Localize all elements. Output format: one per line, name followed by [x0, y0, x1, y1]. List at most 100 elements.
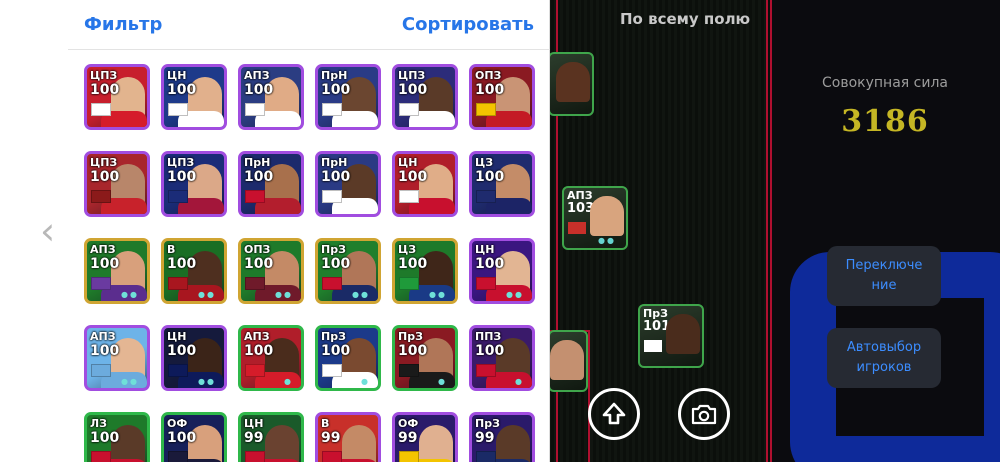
player-portrait	[666, 314, 700, 354]
player-position: ЦПЗ	[90, 156, 118, 169]
player-grid: ЦПЗ 100 ЦН 100 АПЗ 100 ПрН 100 ЦПЗ 100 ОПЗ 100 ЦПЗ 10…	[68, 50, 550, 462]
player-rating: 100	[244, 343, 274, 359]
skill-dots: ●	[515, 377, 524, 386]
skill-dots: ●●	[198, 290, 216, 299]
skill-dots: ●●	[121, 377, 139, 386]
field-player-card[interactable]	[548, 52, 594, 116]
player-rating: 100	[90, 343, 120, 359]
player-card[interactable]: ЦН 100 ●●	[469, 238, 535, 304]
player-rating: 99	[321, 430, 341, 446]
field-player-card[interactable]: ПрЗ 101	[638, 304, 704, 368]
sheet-header: Фильтр Сортировать	[68, 0, 550, 50]
skill-dots: ●●	[352, 290, 370, 299]
player-position: ЦН	[398, 156, 418, 169]
player-position: ОФ	[167, 417, 188, 430]
player-card[interactable]: ОФ 100	[161, 412, 227, 462]
player-position: ЦН	[167, 330, 187, 343]
player-portrait	[265, 425, 299, 462]
player-card[interactable]: ПрН 100	[238, 151, 304, 217]
player-position: ПрН	[321, 69, 348, 82]
camera-button[interactable]	[678, 388, 730, 440]
player-card[interactable]: В 99	[315, 412, 381, 462]
player-position: АПЗ	[90, 330, 116, 343]
player-position: АПЗ	[90, 243, 116, 256]
player-position: В	[321, 417, 330, 430]
player-card[interactable]: ЦН 99	[238, 412, 304, 462]
skill-dots: ●●	[275, 290, 293, 299]
upload-button[interactable]	[588, 388, 640, 440]
player-position: ОПЗ	[244, 243, 271, 256]
formation-mode-label[interactable]: По всему полю	[620, 10, 750, 28]
nation-flag	[91, 277, 111, 290]
nation-flag	[399, 451, 419, 462]
player-card[interactable]: ПрЗ 100 ●	[315, 325, 381, 391]
player-position: ЦПЗ	[167, 156, 195, 169]
player-position: ОПЗ	[475, 69, 502, 82]
chevron-left-icon[interactable]: ‹	[40, 212, 55, 250]
player-card[interactable]: ПрЗ 100 ●●	[315, 238, 381, 304]
nation-flag	[322, 277, 342, 290]
auto-select-button-label: Автовыбор игроков	[846, 340, 922, 375]
player-card[interactable]: АПЗ 100	[238, 64, 304, 130]
player-card[interactable]: ЦПЗ 100	[161, 151, 227, 217]
player-card[interactable]: ПрЗ 99	[469, 412, 535, 462]
player-card[interactable]: ППЗ 100 ●	[469, 325, 535, 391]
right-panel	[770, 0, 1000, 462]
player-card[interactable]: АПЗ 100 ●	[238, 325, 304, 391]
nation-flag	[322, 364, 342, 377]
player-rating: 99	[244, 430, 264, 446]
switch-button-label: Переключение	[845, 258, 923, 293]
nation-flag	[91, 103, 111, 116]
player-rating: 100	[475, 343, 505, 359]
player-card[interactable]: ПрН 100	[315, 151, 381, 217]
nation-flag	[245, 103, 265, 116]
player-card[interactable]: ОФ 99	[392, 412, 458, 462]
player-portrait	[419, 425, 453, 462]
player-card[interactable]: АПЗ 100 ●●	[84, 325, 150, 391]
player-rating: 100	[167, 82, 197, 98]
player-rating: 99	[398, 430, 418, 446]
player-card[interactable]: В 100 ●●	[161, 238, 227, 304]
nation-flag	[399, 103, 419, 116]
field-player-card[interactable]	[548, 330, 588, 392]
player-card[interactable]: ЦН 100 ●●	[161, 325, 227, 391]
skill-dots: ●●	[506, 290, 524, 299]
player-card[interactable]: ЦН 100	[161, 64, 227, 130]
nation-flag	[245, 190, 265, 203]
nation-flag	[322, 103, 342, 116]
player-rating: 100	[90, 256, 120, 272]
player-position: ПрЗ	[398, 330, 423, 343]
filter-button[interactable]: Фильтр	[84, 14, 162, 35]
player-card[interactable]: ЦПЗ 100	[84, 64, 150, 130]
sort-button[interactable]: Сортировать	[402, 14, 534, 35]
skill-dots: ●	[438, 377, 447, 386]
pitch-line	[766, 0, 768, 462]
player-rating: 100	[321, 343, 351, 359]
player-rating: 100	[167, 343, 197, 359]
player-card[interactable]: ЦЗ 100 ●●	[392, 238, 458, 304]
player-card[interactable]: ПрЗ 100 ●	[392, 325, 458, 391]
skill-dots: ●●	[429, 290, 447, 299]
player-card[interactable]: ЦПЗ 100	[84, 151, 150, 217]
player-rating: 100	[321, 256, 351, 272]
player-card[interactable]: ЦН 100	[392, 151, 458, 217]
player-rating: 100	[321, 82, 351, 98]
player-rating: 100	[398, 256, 428, 272]
player-card[interactable]: ЦЗ 100	[469, 151, 535, 217]
switch-button[interactable]: Переключение	[827, 246, 941, 306]
nation-flag	[322, 451, 342, 462]
player-rating: 100	[90, 82, 120, 98]
nation-flag	[476, 190, 496, 203]
player-card[interactable]: ЛЗ 100	[84, 412, 150, 462]
player-position: ПрН	[244, 156, 271, 169]
player-card[interactable]: ПрН 100	[315, 64, 381, 130]
player-rating: 100	[398, 169, 428, 185]
player-position: АПЗ	[244, 69, 270, 82]
player-card[interactable]: ОПЗ 100	[469, 64, 535, 130]
auto-select-button[interactable]: Автовыбор игроков	[827, 328, 941, 388]
player-card[interactable]: ОПЗ 100 ●●	[238, 238, 304, 304]
nation-flag	[399, 277, 419, 290]
player-card[interactable]: ЦПЗ 100	[392, 64, 458, 130]
field-player-card[interactable]: АПЗ 103 ●●	[562, 186, 628, 250]
player-card[interactable]: АПЗ 100 ●●	[84, 238, 150, 304]
